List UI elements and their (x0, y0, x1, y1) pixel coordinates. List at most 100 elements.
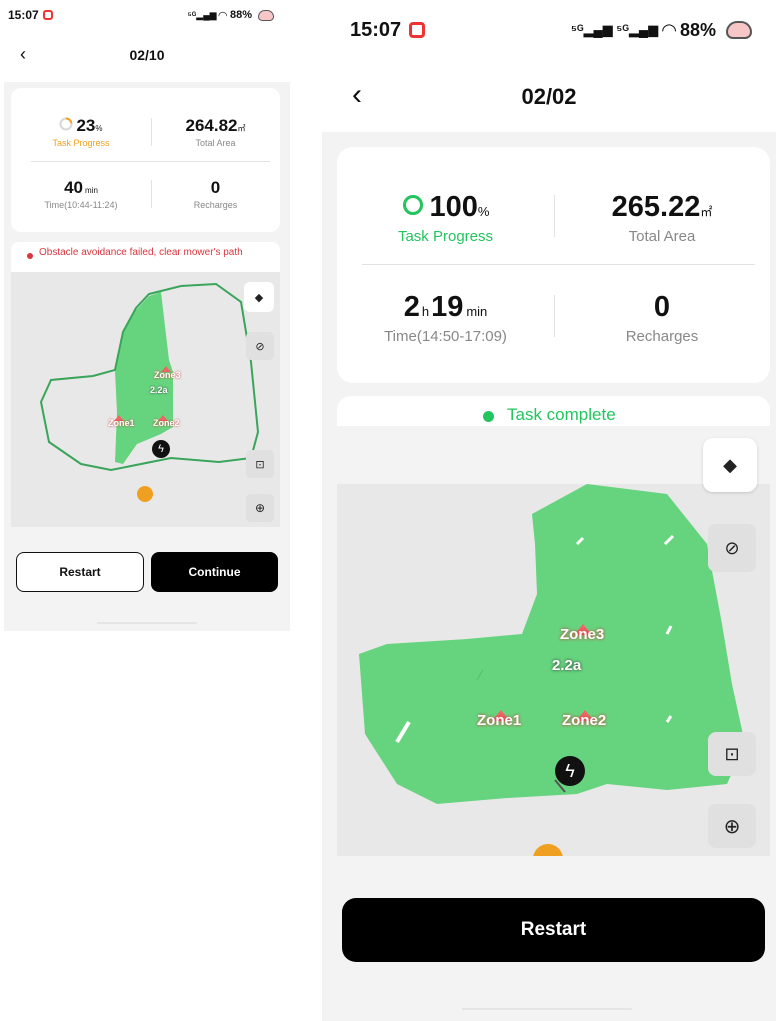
map-view[interactable]: Zone3 2.2a Zone1 Zone2 ϟ ◆ ⊘ ⊡ ⊕ (11, 272, 280, 527)
area-tag: 2.2a (150, 385, 168, 395)
area-tag: 2.2a (552, 657, 582, 674)
page-title: 02/02 (521, 84, 577, 109)
area-label: Total Area (628, 228, 696, 245)
locate-icon: ⊡ (724, 743, 740, 764)
wifi-icon: ◠ (662, 19, 676, 40)
time-unit: min (85, 186, 98, 195)
zoom-in-icon: ⊕ (723, 815, 741, 838)
total-area-stat: 265.22 ㎡ Total Area (554, 191, 770, 245)
total-area-stat: 264.82 ㎡ Total Area (151, 116, 280, 148)
avatar (726, 21, 752, 39)
restart-button[interactable]: Restart (342, 898, 765, 962)
recharges-label: Recharges (193, 200, 238, 210)
eye-off-icon: ⊘ (255, 340, 265, 353)
notification-icon (42, 10, 53, 20)
progress-value: 23 (76, 116, 96, 135)
layers-icon: ◆ (723, 454, 737, 475)
status-right-group: ⁵ᴳ▂▄▆ ⁵ᴳ▂▄▆ ◠ 88% (571, 20, 752, 41)
recharges-stat: 0 Recharges (151, 178, 280, 210)
layers-icon: ◆ (254, 291, 264, 304)
recharges-value: 0 (653, 291, 671, 323)
recharges-stat: 0 Recharges (554, 291, 770, 345)
battery-text: 88% (679, 19, 716, 40)
status-time: 15:07 (350, 18, 402, 41)
battery-text: 88% (229, 9, 252, 21)
status-bar: 15:07 ⁵ᴳ▂▄▆ ◠ 88% (4, 0, 290, 30)
zone-label: Zone2 (153, 418, 180, 428)
mower-location-icon (137, 486, 153, 502)
progress-unit: % (95, 124, 103, 133)
eye-off-icon: ⊘ (724, 537, 740, 558)
continue-button[interactable]: Continue (151, 552, 278, 592)
map-view[interactable]: Zone3 2.2a Zone1 Zone2 ϟ (337, 484, 770, 856)
hide-view-button[interactable]: ⊘ (246, 332, 274, 360)
zone-label: Zone1 (477, 712, 522, 729)
time-label: Time(10:44-11:24) (44, 200, 118, 210)
status-time: 15:07 (8, 8, 39, 22)
zone-label: Zone2 (562, 712, 607, 729)
progress-ring-icon (402, 195, 423, 215)
progress-value: 100 (429, 191, 478, 223)
locate-button[interactable]: ⊡ (708, 732, 756, 776)
right-phone-screen: 15:07 ⁵ᴳ▂▄▆ ⁵ᴳ▂▄▆ ◠ 88% ‹ 02/02 100% Tas… (322, 0, 776, 1021)
status-bar: 15:07 ⁵ᴳ▂▄▆ ⁵ᴳ▂▄▆ ◠ 88% (322, 0, 776, 60)
recharges-label: Recharges (625, 328, 699, 345)
zone-label: Zone1 (108, 418, 135, 428)
locate-button[interactable]: ⊡ (246, 450, 274, 478)
signal-icon: ⁵ᴳ▂▄▆ ⁵ᴳ▂▄▆ (570, 22, 659, 37)
stats-card: 100% Task Progress 265.22 ㎡ Total Area 2h… (337, 147, 770, 383)
page-title: 02/10 (129, 47, 165, 63)
progress-ring-icon (59, 117, 73, 131)
alert-dot-icon (27, 253, 33, 259)
nav-header: ‹ 02/10 (4, 30, 290, 82)
charging-station-icon: ϟ (555, 756, 585, 786)
charging-station-icon: ϟ (152, 440, 170, 458)
area-value: 265.22 (611, 191, 701, 223)
area-label: Total Area (195, 138, 236, 148)
notification-icon (409, 22, 426, 38)
layers-button[interactable]: ◆ (703, 438, 757, 492)
home-indicator (97, 622, 197, 624)
time-label: Time(14:50-17:09) (384, 328, 507, 345)
layers-button[interactable]: ◆ (244, 282, 274, 312)
area-value: 264.82 (185, 116, 238, 135)
recharges-value: 0 (210, 178, 221, 197)
progress-label: Task Progress (52, 138, 110, 148)
left-phone-screen: 15:07 ⁵ᴳ▂▄▆ ◠ 88% ‹ 02/10 23% Task Progr… (4, 0, 290, 631)
status-right-group: ⁵ᴳ▂▄▆ ◠ 88% (188, 9, 274, 22)
zoom-button[interactable]: ⊕ (708, 804, 756, 848)
status-banner: Task complete (337, 396, 770, 426)
progress-unit: % (477, 204, 490, 219)
status-time-group: 15:07 (8, 8, 53, 22)
avatar (258, 9, 274, 21)
alert-banner: Obstacle avoidance failed, clear mower's… (11, 242, 280, 272)
nav-header: ‹ 02/02 (322, 60, 776, 132)
mowed-area (359, 484, 745, 804)
area-unit: ㎡ (237, 124, 246, 133)
time-unit: min (466, 304, 488, 319)
locate-icon: ⊡ (255, 458, 265, 471)
task-progress-stat: 23% Task Progress (11, 116, 151, 148)
zone-label: Zone3 (154, 370, 181, 380)
area-unit: ㎡ (700, 205, 713, 219)
status-time-group: 15:07 (350, 18, 426, 42)
hide-view-button[interactable]: ⊘ (708, 524, 756, 572)
time-value: 19 (431, 291, 464, 323)
time-stat: 40 min Time(10:44-11:24) (11, 178, 151, 210)
status-dot-icon (483, 411, 494, 422)
progress-label: Task Progress (397, 228, 494, 245)
zoom-in-icon: ⊕ (254, 501, 266, 515)
time-stat: 2 h 19 min Time(14:50-17:09) (337, 291, 554, 345)
task-progress-stat: 100% Task Progress (337, 191, 554, 245)
stats-card: 23% Task Progress 264.82 ㎡ Total Area 40 m… (11, 88, 280, 232)
time-hours-unit: h (421, 304, 430, 319)
zone-label: Zone3 (560, 626, 605, 643)
wifi-icon: ◠ (218, 9, 227, 22)
time-hours: 2 (403, 291, 420, 323)
divider (362, 264, 755, 265)
zoom-button[interactable]: ⊕ (246, 494, 274, 522)
restart-button[interactable]: Restart (16, 552, 144, 592)
signal-icon: ⁵ᴳ▂▄▆ (187, 9, 217, 20)
home-indicator (462, 1008, 632, 1010)
status-text: Task complete (507, 405, 616, 424)
